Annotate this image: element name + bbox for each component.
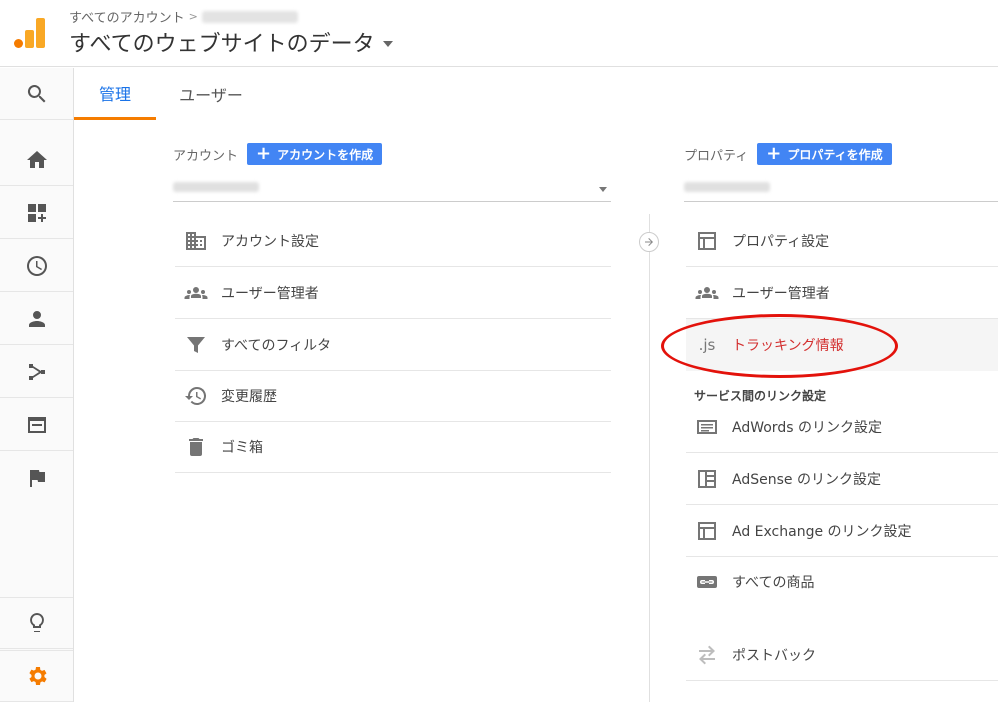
tab-user[interactable]: ユーザー: [170, 68, 252, 120]
all-filters-item[interactable]: すべてのフィルタ: [175, 319, 611, 371]
conversions-icon: [29, 470, 45, 487]
link-icon: [694, 569, 720, 595]
account-settings-item[interactable]: アカウント設定: [175, 215, 611, 267]
adsense-linking-item[interactable]: AdSense のリンク設定: [686, 453, 998, 505]
admin-gear-icon: [28, 667, 47, 685]
account-user-management-item[interactable]: ユーザー管理者: [175, 267, 611, 319]
audience-icon: [28, 310, 45, 327]
left-nav-rail: [0, 68, 74, 702]
acquisition-button[interactable]: [0, 346, 73, 398]
building-icon: [183, 228, 209, 254]
property-settings-label: プロパティ設定: [732, 233, 830, 250]
adsense-icon: [694, 466, 720, 492]
adexchange-icon: [694, 518, 720, 544]
adwords-linking-label: AdWords のリンク設定: [732, 419, 882, 436]
property-column-header: プロパティ + プロパティを作成: [684, 143, 892, 165]
property-user-management-label: ユーザー管理者: [732, 285, 830, 302]
adsense-linking-label: AdSense のリンク設定: [732, 471, 881, 488]
create-account-button[interactable]: + アカウントを作成: [247, 143, 383, 165]
discover-button[interactable]: [0, 597, 73, 649]
admin-tabs: 管理 ユーザー: [74, 68, 998, 120]
all-filters-label: すべてのフィルタ: [221, 337, 332, 354]
behavior-button[interactable]: [0, 399, 73, 451]
create-property-label: プロパティを作成: [787, 147, 883, 162]
view-title[interactable]: すべてのウェブサイトのデータ: [69, 26, 375, 58]
users-icon: [183, 280, 209, 306]
admin-button[interactable]: [0, 650, 73, 702]
home-icon: [26, 150, 47, 168]
realtime-icon: [26, 255, 47, 276]
annotation-ellipse: [661, 314, 898, 378]
customization-icon: [27, 203, 46, 222]
property-name-redacted: [684, 182, 770, 192]
adexchange-linking-item[interactable]: Ad Exchange のリンク設定: [686, 505, 998, 557]
realtime-button[interactable]: [0, 240, 73, 292]
tab-admin[interactable]: 管理: [74, 68, 156, 120]
search-button[interactable]: [0, 68, 73, 120]
conversions-button[interactable]: [0, 452, 73, 504]
users-icon: [694, 280, 720, 306]
property-selector[interactable]: [684, 174, 998, 202]
breadcrumb-root[interactable]: すべてのアカウント: [69, 7, 185, 26]
analytics-logo-icon[interactable]: [14, 16, 48, 48]
behavior-icon: [27, 416, 46, 433]
property-heading: プロパティ: [684, 148, 749, 164]
account-column-header: アカウント + アカウントを作成: [173, 143, 383, 165]
view-selector[interactable]: すべてのウェブサイトのデータ: [69, 26, 393, 58]
account-to-property-arrow: [639, 232, 659, 252]
property-settings-item[interactable]: プロパティ設定: [686, 215, 998, 267]
trash-item[interactable]: ゴミ箱: [175, 421, 611, 473]
filter-icon: [183, 332, 209, 358]
property-icon: [694, 228, 720, 254]
customization-button[interactable]: [0, 187, 73, 239]
account-selector[interactable]: [173, 174, 611, 202]
search-icon: [27, 84, 45, 102]
breadcrumb-separator: >: [188, 10, 198, 23]
home-button[interactable]: [0, 134, 73, 186]
breadcrumb-account-redacted: [201, 10, 298, 23]
postback-icon: [694, 642, 720, 668]
audience-button[interactable]: [0, 293, 73, 345]
chevron-down-icon[interactable]: [382, 41, 393, 47]
chevron-down-icon[interactable]: [599, 187, 607, 192]
acquisition-icon: [28, 363, 45, 380]
adwords-icon: [694, 414, 720, 440]
property-user-management-item[interactable]: ユーザー管理者: [686, 267, 998, 319]
adwords-linking-item[interactable]: AdWords のリンク設定: [686, 401, 998, 453]
postback-item[interactable]: ポストバック: [686, 629, 998, 681]
create-property-button[interactable]: + プロパティを作成: [757, 143, 892, 165]
account-heading: アカウント: [173, 148, 239, 164]
change-history-label: 変更履歴: [221, 388, 277, 405]
discover-icon: [29, 613, 44, 632]
plus-icon: +: [256, 143, 272, 164]
trash-label: ゴミ箱: [221, 439, 263, 456]
trash-icon: [183, 434, 209, 460]
arrow-right-icon: [645, 238, 653, 246]
plus-icon: +: [766, 143, 782, 164]
app-header: すべてのアカウント > すべてのウェブサイトのデータ: [0, 0, 998, 67]
column-divider: [649, 214, 650, 702]
adexchange-linking-label: Ad Exchange のリンク設定: [732, 523, 912, 540]
account-user-management-label: ユーザー管理者: [221, 285, 319, 302]
change-history-item[interactable]: 変更履歴: [175, 370, 611, 422]
postback-label: ポストバック: [732, 647, 816, 664]
create-account-label: アカウントを作成: [277, 147, 374, 162]
all-products-item[interactable]: すべての商品: [686, 556, 998, 608]
all-products-label: すべての商品: [732, 575, 815, 591]
history-icon: [183, 383, 209, 409]
account-name-redacted: [173, 182, 259, 192]
account-settings-label: アカウント設定: [221, 233, 319, 250]
breadcrumb[interactable]: すべてのアカウント >: [69, 7, 298, 26]
